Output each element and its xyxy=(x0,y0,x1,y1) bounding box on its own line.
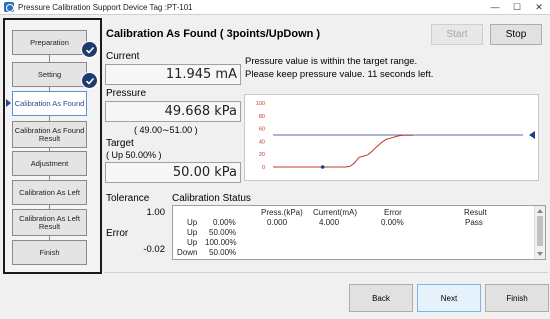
status-message-line1: Pressure value is within the target rang… xyxy=(245,56,418,67)
window-titlebar: Pressure Calibration Support Device Tag … xyxy=(0,0,550,15)
step-setting: Setting xyxy=(12,62,87,87)
y-tick-label: 100 xyxy=(256,101,265,107)
pressure-value: 49.668 kPa xyxy=(105,101,241,122)
step-label: Preparation xyxy=(30,37,69,47)
close-button[interactable]: ✕ xyxy=(528,0,550,15)
current-step-arrow-icon xyxy=(6,99,11,107)
y-tick-label: 20 xyxy=(259,152,265,158)
step-label: Calibration As Found Result xyxy=(14,125,85,143)
maximize-button[interactable]: ☐ xyxy=(506,0,528,15)
window-title: Pressure Calibration Support Device Tag … xyxy=(18,2,193,12)
scroll-down-icon[interactable] xyxy=(537,252,543,256)
pressure-trend-chart: 100 80 60 40 20 0 xyxy=(244,94,539,181)
pressure-label: Pressure xyxy=(106,88,147,99)
start-button[interactable]: Start xyxy=(431,24,483,45)
current-value: 11.945 mA xyxy=(105,64,241,85)
target-subtitle: ( Up 50.00% ) xyxy=(106,150,162,160)
app-icon xyxy=(4,2,14,12)
check-icon xyxy=(81,72,98,89)
pressure-range: ( 49.00∼51.00 ) xyxy=(134,125,198,135)
step-calibration-as-found-result: Calibration As Found Result xyxy=(12,121,87,148)
tolerance-label: Tolerance xyxy=(106,193,150,204)
row-direction: Down xyxy=(177,248,198,257)
calibration-status-table: Press.(kPa) Current(mA) Error Result Up … xyxy=(172,205,546,260)
error-label: Error xyxy=(106,228,129,239)
pressure-series-line xyxy=(273,134,413,168)
stop-button[interactable]: Stop xyxy=(490,24,542,45)
row-direction: Up xyxy=(187,218,198,227)
step-label: Calibration As Left xyxy=(19,187,80,197)
step-preparation: Preparation xyxy=(12,30,87,55)
step-finish: Finish xyxy=(12,240,87,265)
table-scrollbar[interactable] xyxy=(534,206,545,259)
finish-button[interactable]: Finish xyxy=(485,284,549,312)
step-calibration-as-left-result: Calibration As Left Result xyxy=(12,209,87,236)
target-marker-icon xyxy=(529,131,535,139)
status-message-line2: Please keep pressure value. 11 seconds l… xyxy=(245,69,434,80)
step-adjustment: Adjustment xyxy=(12,151,87,176)
column-header-press: Press.(kPa) xyxy=(261,208,303,217)
step-label: Calibration As Found xyxy=(14,98,85,108)
calibration-status-title: Calibration Status xyxy=(172,193,251,204)
column-header-error: Error xyxy=(384,208,402,217)
next-button[interactable]: Next xyxy=(417,284,481,312)
row-point: 50.00% xyxy=(209,228,237,237)
step-sidebar: Preparation Setting Calibration As Found… xyxy=(3,18,102,274)
row-direction: Up xyxy=(187,228,198,237)
step-label: Adjustment xyxy=(30,158,69,168)
footer-divider xyxy=(104,272,548,273)
y-tick-label: 0 xyxy=(262,165,265,171)
chart-svg: 100 80 60 40 20 0 xyxy=(256,101,535,171)
check-icon xyxy=(81,41,98,58)
row-current: 4.000 xyxy=(319,218,340,227)
error-value: -0.02 xyxy=(143,244,165,255)
row-result: Pass xyxy=(465,218,483,227)
target-label: Target xyxy=(106,138,134,149)
row-error: 0.00% xyxy=(381,218,404,227)
tolerance-value: 1.00 xyxy=(146,207,166,218)
row-point: 50.00% xyxy=(209,248,237,257)
step-calibration-as-found: Calibration As Found xyxy=(12,91,87,116)
y-tick-label: 60 xyxy=(259,127,265,133)
row-direction: Up xyxy=(187,238,198,247)
y-tick-label: 80 xyxy=(259,114,265,120)
step-calibration-as-left: Calibration As Left xyxy=(12,180,87,205)
page-title: Calibration As Found ( 3points/UpDown ) xyxy=(106,28,321,40)
step-label: Finish xyxy=(39,247,60,257)
column-header-current: Current(mA) xyxy=(313,208,358,217)
back-button[interactable]: Back xyxy=(349,284,413,312)
row-point: 0.00% xyxy=(213,218,236,227)
target-value: 50.00 kPa xyxy=(105,162,241,183)
row-point: 100.00% xyxy=(205,238,237,247)
row-press: 0.000 xyxy=(267,218,288,227)
step-connector xyxy=(49,55,50,62)
scroll-thumb[interactable] xyxy=(537,216,543,246)
series-marker-point xyxy=(320,165,325,169)
step-label: Calibration As Left Result xyxy=(19,213,80,231)
minimize-button[interactable]: — xyxy=(484,0,506,15)
y-tick-label: 40 xyxy=(259,139,265,145)
step-label: Setting xyxy=(37,69,62,79)
scroll-up-icon[interactable] xyxy=(537,209,543,213)
column-header-result: Result xyxy=(464,208,487,217)
current-label: Current xyxy=(106,51,140,62)
